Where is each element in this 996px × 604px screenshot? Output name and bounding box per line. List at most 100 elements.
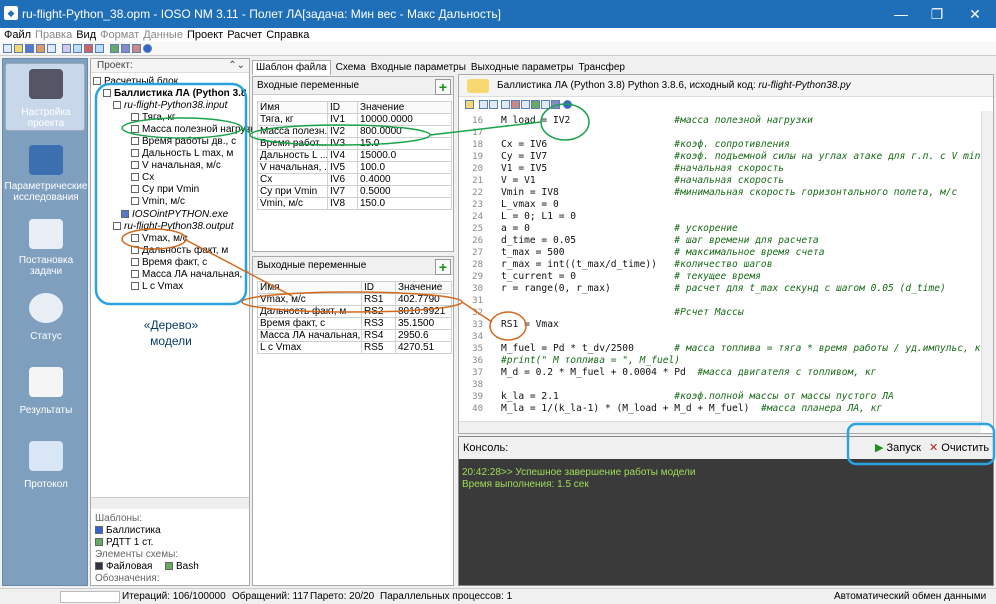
- menu-format[interactable]: Формат: [100, 28, 139, 42]
- save-code-icon[interactable]: [551, 100, 560, 109]
- code-line[interactable]: a = 0 # ускорение: [501, 223, 738, 235]
- column-id[interactable]: ID: [361, 281, 396, 294]
- format-icon[interactable]: [541, 100, 550, 109]
- nav-project-settings[interactable]: Настройка проекта: [3, 107, 89, 129]
- table-row[interactable]: Cx IV6 0.4000: [257, 173, 452, 186]
- open-icon[interactable]: [14, 44, 23, 53]
- code-line[interactable]: L = 0; L1 = 0: [501, 211, 576, 223]
- element-bash[interactable]: Bash: [165, 561, 199, 572]
- table-row[interactable]: Дальность L ... IV4 15000.0: [257, 149, 452, 162]
- save-icon[interactable]: [25, 44, 34, 53]
- code-line[interactable]: r = range(0, r_max) # расчет для t_max с…: [501, 283, 946, 295]
- results-chart-icon[interactable]: [29, 367, 63, 397]
- cell-value[interactable]: 0.4000: [357, 173, 452, 186]
- undo-icon[interactable]: [479, 100, 488, 109]
- code-line[interactable]: M_fuel = Pd * t_dv/2500 # масса топлива …: [501, 343, 986, 355]
- cut-icon[interactable]: [511, 100, 520, 109]
- menu-file[interactable]: Файл: [4, 28, 31, 42]
- code-line[interactable]: V1 = IV5 #начальная скорость: [501, 163, 784, 175]
- tree-node-input-var[interactable]: Дальность L max, м: [131, 148, 233, 159]
- copy-icon[interactable]: [73, 44, 82, 53]
- table-row[interactable]: Тяга, кг IV1 10000.0000: [257, 113, 452, 126]
- help-icon[interactable]: [563, 100, 572, 109]
- parameters-icon[interactable]: [29, 145, 63, 175]
- code-line[interactable]: V = V1 #начальная скорость: [501, 175, 784, 187]
- nav-status[interactable]: Статус: [3, 331, 89, 342]
- column-value[interactable]: Значение: [395, 281, 452, 294]
- code-vertical-scrollbar[interactable]: [981, 111, 993, 423]
- tab-file-template[interactable]: Шаблон файла: [252, 60, 331, 75]
- maximize-icon[interactable]: ❐: [918, 0, 956, 28]
- menu-calc[interactable]: Расчет: [227, 28, 262, 42]
- tab-scheme[interactable]: Схема: [336, 61, 366, 75]
- redo-icon[interactable]: [489, 100, 498, 109]
- tab-output-params[interactable]: Выходные параметры: [471, 61, 574, 75]
- stop-icon[interactable]: [132, 44, 141, 53]
- tree-node-ballistics[interactable]: Баллистика ЛА (Python 3.8: [103, 88, 246, 99]
- table-row[interactable]: Время факт, с RS3 35.1500: [257, 317, 452, 330]
- template-rdtt[interactable]: РДТТ 1 ст.: [95, 537, 153, 548]
- tree-node-output-var[interactable]: Масса ЛА начальная, г: [131, 269, 249, 280]
- code-line[interactable]: Cy = IV7 #коэф. подъемной силы на углах …: [501, 151, 980, 163]
- tree-node-input-var[interactable]: V начальная, м/с: [131, 160, 221, 171]
- column-value[interactable]: Значение: [357, 101, 452, 114]
- code-line[interactable]: #print(" M топлива = ", M_fuel): [501, 355, 680, 367]
- code-line[interactable]: Vmin = IV8 #минимальная скорость горизон…: [501, 187, 957, 199]
- paste-icon[interactable]: [95, 44, 104, 53]
- cell-value[interactable]: 800.0000: [357, 125, 452, 138]
- table-row[interactable]: V начальная, ... IV5 100.0: [257, 161, 452, 174]
- tree-node-input-var[interactable]: Cx: [131, 172, 154, 183]
- info-icon[interactable]: [143, 44, 152, 53]
- menu-project[interactable]: Проект: [187, 28, 223, 42]
- table-row[interactable]: Vmax, м/с RS1 402.7790: [257, 293, 452, 306]
- nav-results[interactable]: Результаты: [3, 405, 89, 416]
- menu-data[interactable]: Данные: [143, 28, 183, 42]
- close-icon[interactable]: ✕: [956, 0, 994, 28]
- menu-edit[interactable]: Правка: [35, 28, 72, 42]
- table-row[interactable]: Vmin, м/с IV8 150.0: [257, 197, 452, 210]
- clipboard-icon[interactable]: [29, 219, 63, 249]
- cell-value[interactable]: 15.0: [357, 137, 452, 150]
- find-icon[interactable]: [501, 100, 510, 109]
- add-output-variable-button[interactable]: +: [435, 259, 451, 275]
- code-line[interactable]: M_la = 1/(k_la-1) * (M_load + M_d + M_fu…: [501, 403, 882, 415]
- tree-node-input-file[interactable]: ru-flight-Python38.input: [113, 100, 227, 111]
- table-row[interactable]: Масса ЛА начальная, ... RS4 2950.6: [257, 329, 452, 342]
- tree-node-output-file[interactable]: ru-flight-Python38.output: [113, 221, 234, 232]
- tree-node-input-var[interactable]: Cy при Vmin: [131, 184, 199, 195]
- tab-input-params[interactable]: Входные параметры: [371, 61, 466, 75]
- nav-problem-statement[interactable]: Постановка задачи: [3, 255, 89, 277]
- tree-node-output-var[interactable]: L с Vmax: [131, 281, 183, 292]
- code-horizontal-scrollbar[interactable]: [459, 421, 981, 433]
- tree-icon[interactable]: [62, 44, 71, 53]
- code-line[interactable]: k_la = 2.1 #коэф.полной массы от массы п…: [501, 391, 894, 403]
- code-line[interactable]: #Рсчет Массы: [501, 307, 743, 319]
- code-line[interactable]: r_max = int((t_max/d_time)) #количество …: [501, 259, 773, 271]
- menu-help[interactable]: Справка: [266, 28, 309, 42]
- element-file[interactable]: Файловая: [95, 561, 152, 572]
- table-row[interactable]: Время работ... IV3 15.0: [257, 137, 452, 150]
- template-ballistics[interactable]: Баллистика: [95, 525, 161, 536]
- run-button[interactable]: ▶ Запуск: [875, 441, 921, 455]
- code-line[interactable]: M_d = 0.2 * M_fuel + 0.0004 * Pd #масса …: [501, 367, 876, 379]
- protocol-icon[interactable]: [29, 441, 63, 471]
- column-id[interactable]: ID: [327, 101, 358, 114]
- code-line[interactable]: Cx = IV6 #коэф. сопротивления: [501, 139, 790, 151]
- tree-node-output-var[interactable]: Vmax, м/с: [131, 233, 188, 244]
- delete-icon[interactable]: [84, 44, 93, 53]
- code-line[interactable]: M_load = IV2 #масса полезной нагрузки: [501, 115, 813, 127]
- copy-code-icon[interactable]: [521, 100, 530, 109]
- code-line[interactable]: t_max = 500 # максимальное время счета: [501, 247, 824, 259]
- column-name[interactable]: Имя: [257, 101, 328, 114]
- stopwatch-icon[interactable]: [29, 293, 63, 323]
- tree-node-output-var[interactable]: Время факт, с: [131, 257, 207, 268]
- table-row[interactable]: L с Vmax RS5 4270.51: [257, 341, 452, 354]
- add-input-variable-button[interactable]: +: [435, 79, 451, 95]
- table-row[interactable]: Масса полезн... IV2 800.0000: [257, 125, 452, 138]
- cell-value[interactable]: 150.0: [357, 197, 452, 210]
- tree-node-exe[interactable]: IOSOintPYTHON.exe: [121, 209, 228, 220]
- gear-icon[interactable]: [29, 69, 63, 99]
- nav-protocol[interactable]: Протокол: [3, 479, 89, 490]
- tree-horizontal-scrollbar[interactable]: [91, 497, 249, 509]
- new-icon[interactable]: [3, 44, 12, 53]
